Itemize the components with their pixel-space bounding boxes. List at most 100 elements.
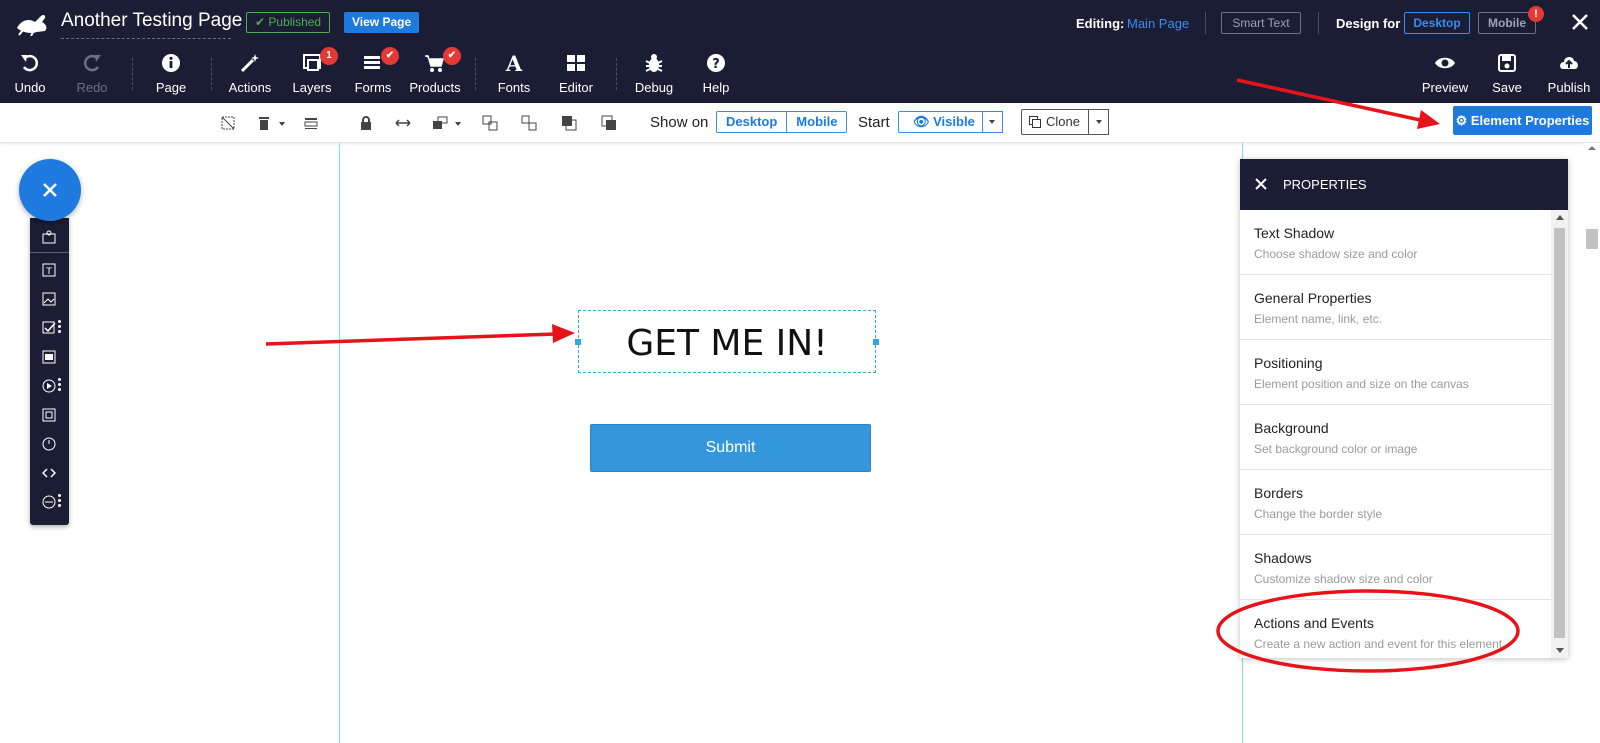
video-element-icon[interactable] — [42, 379, 56, 393]
image-element-icon[interactable] — [42, 292, 56, 306]
visibility-dropdown-button[interactable] — [982, 111, 1003, 133]
check-badge-icon: ✔ — [443, 47, 461, 65]
property-general-properties[interactable]: General Properties Element name, link, e… — [1240, 275, 1551, 340]
gear-icon: ⚙ — [1455, 113, 1471, 128]
chevron-down-icon — [1096, 120, 1102, 124]
editor-button[interactable]: Editor — [546, 52, 606, 95]
property-title: Background — [1254, 420, 1329, 436]
smart-text-button[interactable]: Smart Text — [1221, 12, 1301, 34]
group-icon[interactable] — [482, 115, 498, 131]
element-properties-button[interactable]: ⚙ Element Properties — [1453, 106, 1592, 135]
scrollbar-thumb[interactable] — [1554, 228, 1565, 638]
publish-button[interactable]: Publish — [1539, 52, 1599, 95]
redo-button[interactable]: Redo — [62, 52, 122, 95]
box-element-icon[interactable] — [42, 408, 56, 422]
property-text-shadow[interactable]: Text Shadow Choose shadow size and color — [1240, 210, 1551, 275]
more-options-icon[interactable] — [58, 494, 61, 507]
redo-label: Redo — [76, 80, 108, 95]
more-options-icon[interactable] — [58, 320, 61, 333]
divider-element-icon[interactable] — [42, 495, 56, 509]
form-element-icon[interactable] — [42, 321, 56, 335]
design-desktop-button[interactable]: Desktop — [1404, 12, 1470, 34]
layers-button[interactable]: 1 Layers — [282, 47, 342, 95]
page-title[interactable]: Another Testing Page — [61, 10, 242, 39]
editing-page-link[interactable]: Main Page — [1127, 16, 1189, 31]
text-element-icon[interactable]: T — [42, 263, 56, 277]
close-add-panel-button[interactable] — [19, 159, 81, 221]
property-title: Positioning — [1254, 355, 1323, 371]
scroll-down-arrow-icon[interactable] — [1556, 648, 1564, 653]
products-label: Products — [409, 80, 461, 95]
undo-button[interactable]: Undo — [0, 52, 60, 95]
trash-icon[interactable] — [256, 115, 272, 131]
align-icon[interactable] — [303, 115, 319, 131]
clone-label: Clone — [1046, 114, 1080, 129]
products-button[interactable]: ✔ Products — [405, 47, 465, 95]
preview-button[interactable]: Preview — [1415, 52, 1475, 95]
property-background[interactable]: Background Set background color or image — [1240, 405, 1551, 470]
property-description: Create a new action and event for this e… — [1254, 637, 1503, 651]
submit-button[interactable]: Submit — [590, 424, 871, 472]
forms-button[interactable]: ✔ Forms — [343, 47, 403, 95]
help-button[interactable]: ? Help — [686, 52, 746, 95]
layer-order-icon[interactable] — [432, 115, 448, 131]
puzzle-icon[interactable] — [42, 230, 56, 244]
show-desktop-button[interactable]: Desktop — [717, 112, 786, 132]
property-description: Element position and size on the canvas — [1254, 377, 1469, 391]
property-shadows[interactable]: Shadows Customize shadow size and color — [1240, 535, 1551, 600]
rabbit-logo-icon[interactable] — [15, 10, 49, 36]
close-icon[interactable] — [1254, 177, 1268, 191]
page-scrollbar[interactable] — [1583, 143, 1600, 743]
timer-element-icon[interactable] — [42, 437, 56, 451]
no-style-icon[interactable] — [220, 115, 236, 131]
scrollbar-thumb[interactable] — [1586, 229, 1598, 249]
button-element-icon[interactable] — [42, 350, 56, 364]
publish-label: Publish — [1547, 80, 1591, 95]
properties-title: PROPERTIES — [1283, 177, 1367, 192]
start-label: Start — [858, 114, 890, 131]
chevron-down-icon[interactable] — [455, 122, 461, 126]
scroll-up-arrow-icon[interactable] — [1588, 146, 1596, 150]
stretch-horizontal-icon[interactable] — [395, 115, 411, 131]
cloud-upload-icon — [1560, 56, 1578, 69]
bring-forward-icon[interactable] — [561, 115, 577, 131]
property-title: General Properties — [1254, 290, 1372, 306]
headline-element[interactable]: GET ME IN! — [575, 310, 879, 373]
svg-text:?: ? — [712, 57, 720, 72]
view-page-button[interactable]: View Page — [344, 12, 420, 33]
property-description: Choose shadow size and color — [1254, 247, 1418, 261]
debug-button[interactable]: Debug — [624, 52, 684, 95]
ungroup-icon[interactable] — [521, 115, 537, 131]
fonts-button[interactable]: A Fonts — [484, 52, 544, 95]
properties-scrollbar[interactable] — [1551, 210, 1568, 658]
save-button[interactable]: Save — [1477, 52, 1537, 95]
close-icon[interactable] — [1568, 10, 1592, 34]
top-bar: Another Testing Page ✔ Published View Pa… — [0, 0, 1600, 103]
mobile-alert-badge: ! — [1528, 6, 1544, 22]
resize-handle-left[interactable] — [575, 339, 581, 345]
property-title: Text Shadow — [1254, 225, 1335, 241]
headline-text[interactable]: GET ME IN! — [579, 323, 875, 364]
editor-label: Editor — [559, 80, 593, 95]
page-button[interactable]: Page — [141, 52, 201, 95]
resize-handle-right[interactable] — [873, 339, 879, 345]
chevron-down-icon[interactable] — [279, 122, 285, 126]
clone-button[interactable]: Clone — [1021, 109, 1089, 135]
property-borders[interactable]: Borders Change the border style — [1240, 470, 1551, 535]
clone-dropdown-button[interactable] — [1088, 109, 1109, 135]
more-options-icon[interactable] — [58, 378, 61, 391]
visibility-value: Visible — [933, 114, 975, 129]
code-element-icon[interactable] — [42, 466, 56, 480]
show-mobile-button[interactable]: Mobile — [786, 112, 846, 132]
property-description: Change the border style — [1254, 507, 1383, 521]
property-positioning[interactable]: Positioning Element position and size on… — [1240, 340, 1551, 405]
published-badge: ✔ Published — [246, 12, 331, 33]
lock-icon[interactable] — [358, 115, 374, 131]
font-icon: A — [505, 52, 523, 74]
divider — [30, 252, 69, 253]
property-actions-and-events[interactable]: Actions and Events Create a new action a… — [1240, 600, 1551, 665]
scroll-up-arrow-icon[interactable] — [1556, 215, 1564, 220]
send-backward-icon[interactable] — [601, 115, 617, 131]
visibility-select[interactable]: 👁 Visible — [898, 111, 983, 133]
actions-button[interactable]: Actions — [220, 52, 280, 95]
